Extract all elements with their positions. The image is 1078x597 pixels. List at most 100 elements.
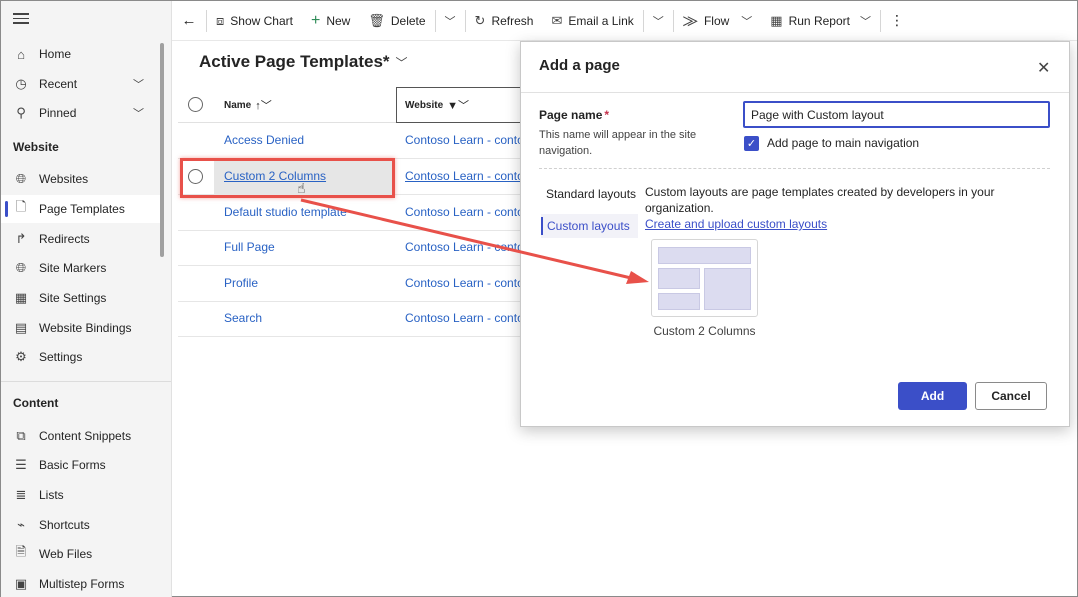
delete-label: Delete bbox=[390, 13, 426, 28]
flow-label: Flow bbox=[703, 13, 730, 28]
row-website-link[interactable]: Contoso Learn - contoso bbox=[405, 133, 521, 147]
run-report-label: Run Report bbox=[788, 13, 850, 28]
new-button[interactable]: + New bbox=[302, 1, 359, 41]
table-row[interactable]: Search Contoso Learn - contoso bbox=[178, 301, 523, 337]
back-button[interactable]: ← bbox=[172, 1, 206, 41]
table-row[interactable]: Access Denied Contoso Learn - contoso bbox=[178, 123, 523, 159]
pin-icon: ⚲ bbox=[16, 105, 26, 120]
row-website-link[interactable]: Contoso Learn - contoso bbox=[405, 311, 521, 325]
layout-thumbnail-custom-2-columns[interactable] bbox=[651, 239, 758, 317]
row-name-link[interactable]: Access Denied bbox=[224, 133, 304, 147]
sidebar-item-home[interactable]: ⌂ Home bbox=[1, 40, 160, 68]
clock-icon: ◷ bbox=[15, 76, 27, 91]
sidebar-item-shortcuts[interactable]: ⌁ Shortcuts bbox=[1, 511, 160, 539]
column-header-website[interactable]: Website ▼﹀ bbox=[396, 87, 523, 123]
sidebar-item-site-settings[interactable]: ▦ Site Settings bbox=[1, 284, 160, 312]
email-icon: ✉ bbox=[551, 12, 563, 28]
sidebar-item-label: Site Settings bbox=[39, 291, 107, 305]
row-name-link[interactable]: Full Page bbox=[224, 240, 275, 254]
table-row[interactable]: Default studio template Contoso Learn - … bbox=[178, 195, 523, 231]
cancel-button[interactable]: Cancel bbox=[975, 382, 1047, 410]
add-to-nav-checkbox[interactable]: ✓ bbox=[744, 136, 759, 151]
chart-icon: ⧈ bbox=[216, 12, 225, 28]
table-row[interactable]: Full Page Contoso Learn - contoso bbox=[178, 230, 523, 266]
sidebar-item-lists[interactable]: ≣ Lists bbox=[1, 481, 160, 509]
sidebar-item-multistep-forms[interactable]: ▣ Multistep Forms bbox=[1, 570, 160, 597]
sidebar: ⌂ Home ◷ Recent ﹀ ⚲ Pinned ﹀ Website 🌐︎ … bbox=[1, 1, 172, 597]
chevron-down-icon: ﹀ bbox=[741, 15, 753, 28]
sidebar-item-settings[interactable]: ⚙ Settings bbox=[1, 343, 160, 371]
more-vertical-icon: ⋮ bbox=[889, 12, 904, 28]
page-name-input[interactable] bbox=[743, 101, 1050, 128]
add-button[interactable]: Add bbox=[898, 382, 967, 410]
email-link-label: Email a Link bbox=[568, 13, 634, 28]
row-website-link[interactable]: Contoso Learn - contoso bbox=[405, 205, 521, 219]
row-name-link[interactable]: Default studio template bbox=[224, 205, 347, 219]
more-commands-chevron-icon[interactable]: ﹀ bbox=[436, 13, 465, 29]
sidebar-item-label: Recent bbox=[39, 77, 78, 91]
layout-block bbox=[658, 268, 700, 289]
view-selector[interactable]: Active Page Templates* ﹀ bbox=[199, 52, 408, 72]
email-chevron-icon[interactable]: ﹀ bbox=[644, 13, 673, 29]
trash-icon: 🗑︎ bbox=[368, 12, 385, 28]
checkmark-icon: ✓ bbox=[746, 138, 757, 150]
chevron-down-icon[interactable]: ﹀ bbox=[133, 105, 144, 121]
snippet-icon: ⧉ bbox=[16, 428, 26, 443]
select-all-radio[interactable] bbox=[188, 97, 203, 112]
sidebar-item-redirects[interactable]: ↱ Redirects bbox=[1, 225, 160, 253]
sidebar-item-label: Page Templates bbox=[39, 202, 125, 216]
refresh-icon: ↻ bbox=[474, 12, 486, 28]
show-chart-label: Show Chart bbox=[230, 13, 293, 28]
row-name-link[interactable]: Profile bbox=[224, 276, 258, 290]
create-custom-layouts-link[interactable]: Create and upload custom layouts bbox=[645, 217, 827, 231]
add-to-nav-label[interactable]: Add page to main navigation bbox=[767, 136, 919, 150]
sidebar-item-websites[interactable]: 🌐︎ Websites bbox=[1, 165, 160, 193]
sidebar-item-label: Websites bbox=[39, 172, 89, 186]
section-website-heading: Website bbox=[13, 140, 59, 154]
sidebar-scrollbar[interactable] bbox=[160, 43, 164, 257]
sidebar-item-page-templates[interactable]: 🗋︎ Page Templates bbox=[1, 195, 160, 223]
column-header-name[interactable]: Name ↑﹀ bbox=[224, 87, 394, 123]
row-website-link[interactable]: Contoso Learn - contoso bbox=[405, 276, 521, 290]
grid-header: Name ↑﹀ Website ▼﹀ bbox=[178, 87, 523, 123]
close-icon[interactable]: ✕ bbox=[1037, 58, 1050, 78]
page-title: Active Page Templates* bbox=[199, 52, 390, 71]
more-options-button[interactable]: ⋮ bbox=[881, 1, 913, 41]
flow-button[interactable]: ⨠ Flow ﹀ bbox=[674, 1, 762, 41]
globe-icon: 🌐︎ bbox=[15, 171, 27, 186]
tab-custom-layouts[interactable]: Custom layouts bbox=[541, 214, 638, 238]
run-report-button[interactable]: ▦ Run Report ﹀ bbox=[761, 1, 880, 41]
row-website-link[interactable]: Contoso Learn - contoso bbox=[405, 240, 521, 254]
email-link-button[interactable]: ✉ Email a Link bbox=[542, 1, 642, 41]
dialog-title: Add a page bbox=[539, 57, 620, 74]
refresh-button[interactable]: ↻ Refresh bbox=[466, 1, 543, 41]
sidebar-item-pinned[interactable]: ⚲ Pinned ﹀ bbox=[1, 99, 160, 127]
sidebar-item-recent[interactable]: ◷ Recent ﹀ bbox=[1, 70, 160, 98]
home-icon: ⌂ bbox=[17, 46, 25, 62]
page-name-label: Page name * bbox=[539, 108, 609, 122]
sidebar-item-web-files[interactable]: 🗎︎ Web Files bbox=[1, 540, 160, 568]
tab-standard-layouts[interactable]: Standard layouts bbox=[546, 187, 636, 201]
filter-icon: ▼﹀ bbox=[447, 100, 470, 112]
chevron-down-icon[interactable]: ﹀ bbox=[133, 76, 144, 92]
delete-button[interactable]: 🗑︎ Delete bbox=[359, 1, 434, 41]
sidebar-item-label: Pinned bbox=[39, 106, 77, 120]
list-icon: ≣ bbox=[15, 487, 27, 502]
sidebar-item-label: Redirects bbox=[39, 232, 90, 246]
sort-ascending-icon: ↑﹀ bbox=[255, 100, 272, 112]
sidebar-item-label: Settings bbox=[39, 350, 83, 364]
sidebar-item-site-markers[interactable]: 🌐︎ Site Markers bbox=[1, 254, 160, 282]
sidebar-item-basic-forms[interactable]: ☰ Basic Forms bbox=[1, 451, 160, 479]
back-arrow-icon: ← bbox=[181, 12, 197, 29]
row-name-link[interactable]: Search bbox=[224, 311, 262, 325]
row-website-link[interactable]: Contoso Learn - contoso bbox=[405, 169, 521, 183]
sidebar-item-label: Lists bbox=[39, 488, 64, 502]
sidebar-item-website-bindings[interactable]: ▤ Website Bindings bbox=[1, 314, 160, 342]
flow-icon: ⨠ bbox=[682, 12, 698, 28]
column-header-label: Name bbox=[224, 99, 252, 111]
table-row[interactable]: Profile Contoso Learn - contoso bbox=[178, 266, 523, 302]
column-header-label: Website bbox=[405, 99, 444, 111]
hamburger-menu-icon[interactable] bbox=[13, 13, 29, 27]
show-chart-button[interactable]: ⧈ Show Chart bbox=[207, 1, 302, 41]
sidebar-item-content-snippets[interactable]: ⧉ Content Snippets bbox=[1, 422, 160, 450]
